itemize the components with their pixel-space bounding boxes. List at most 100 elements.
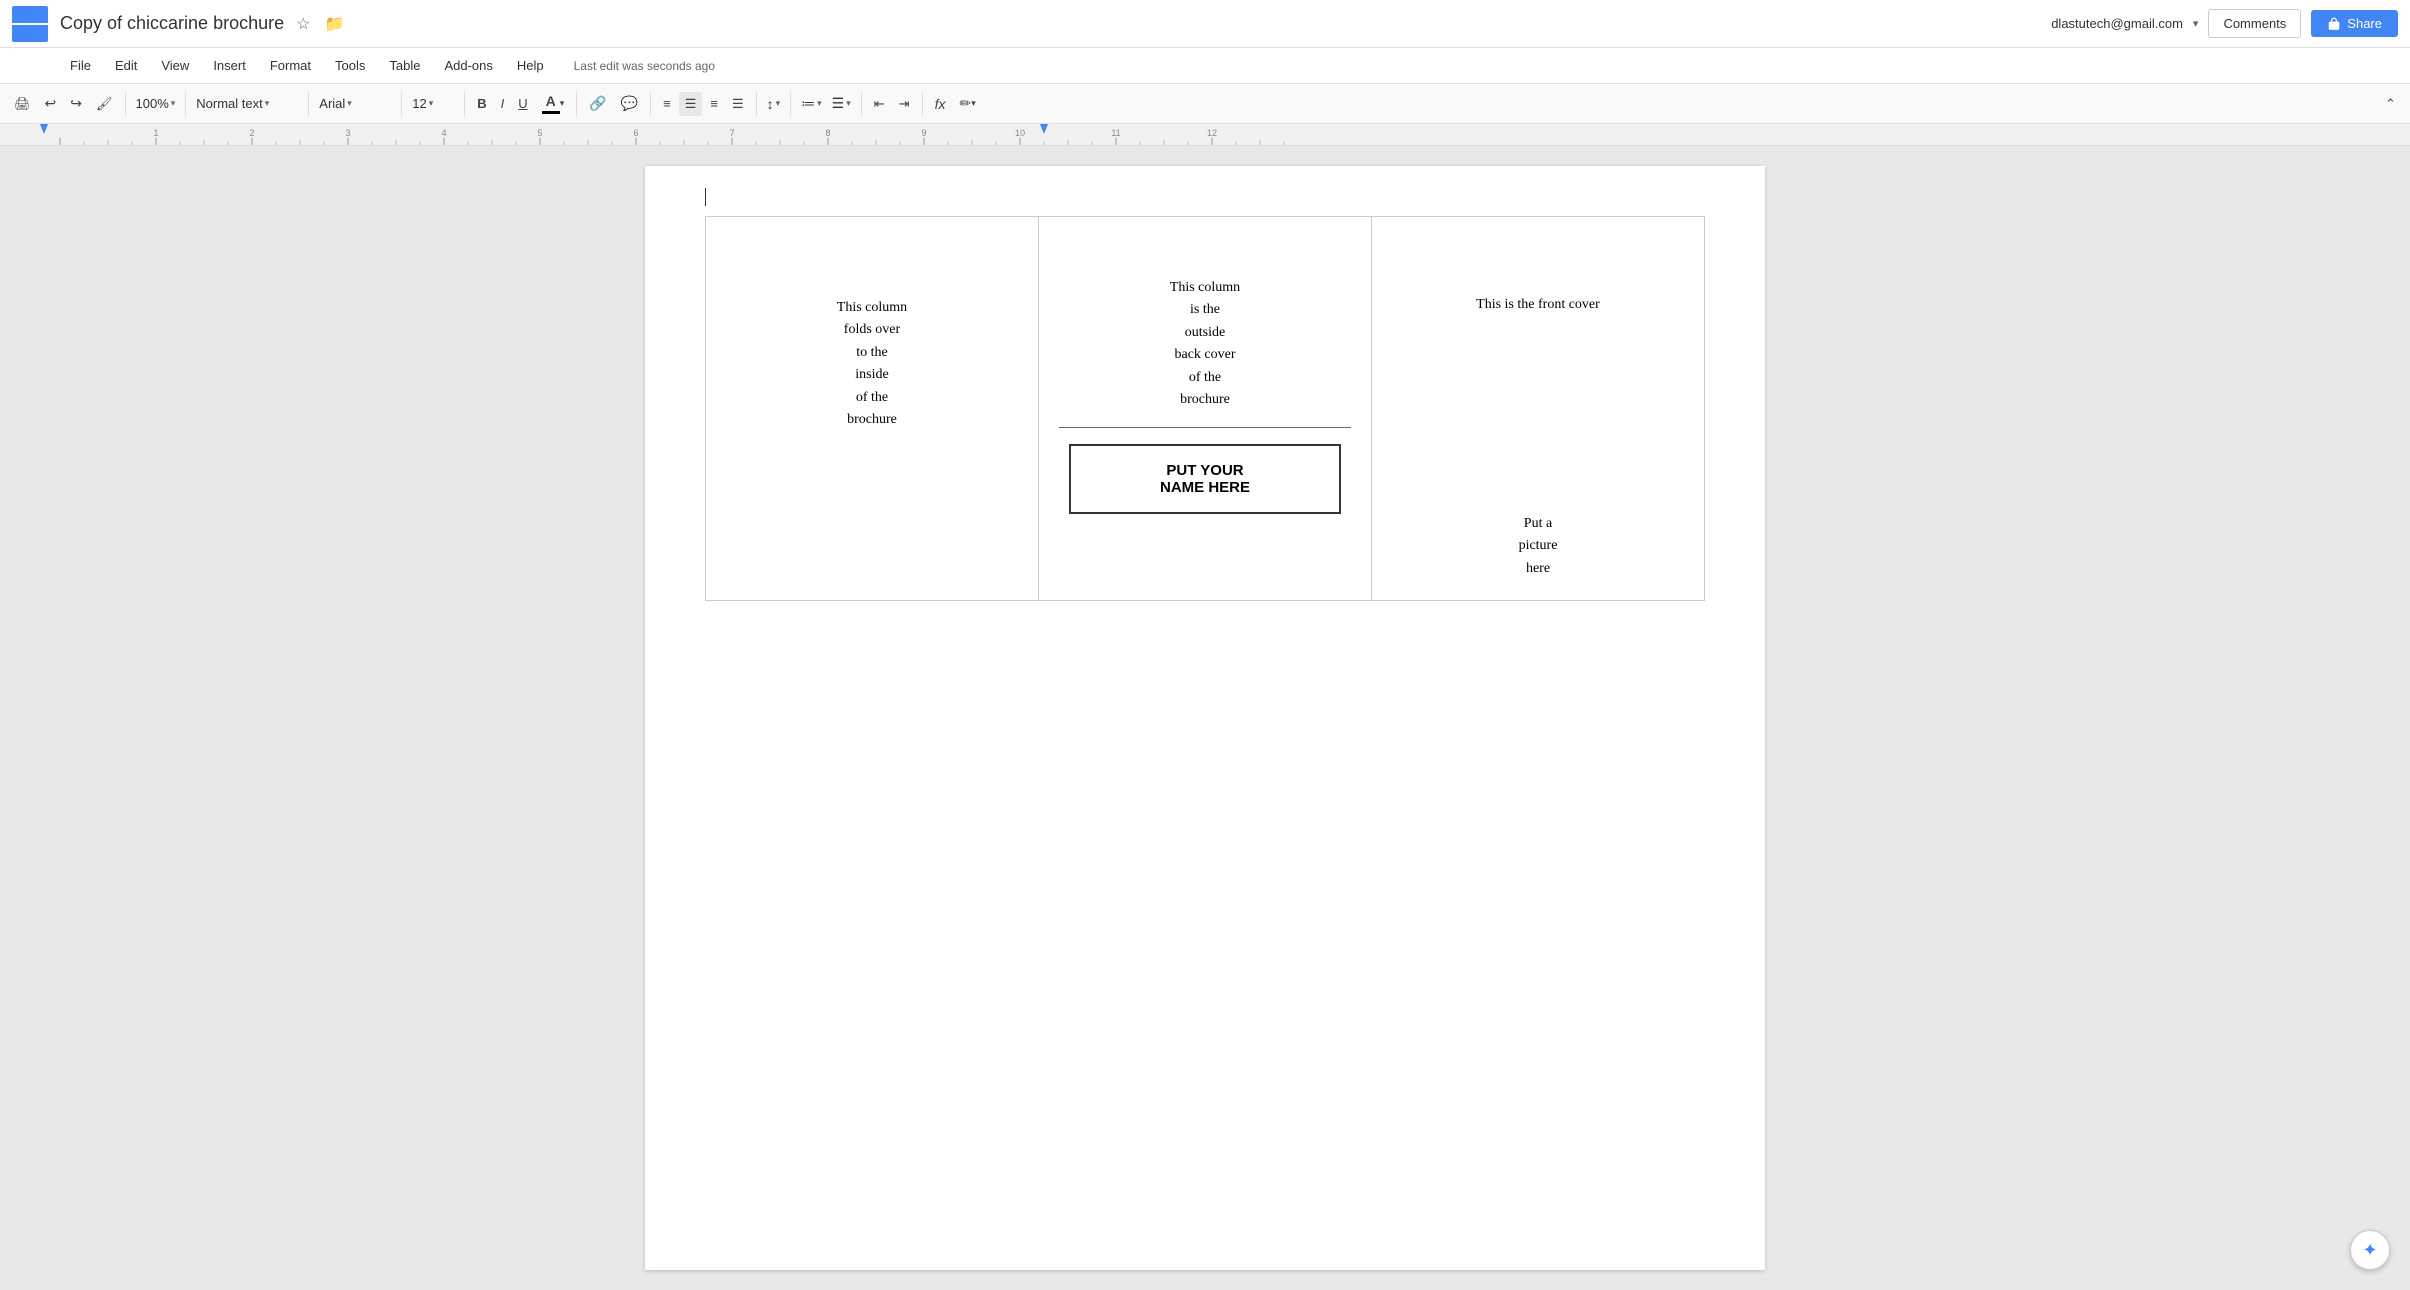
brochure-col1[interactable]: This column folds over to the inside of … [706,217,1039,601]
col2-name-box[interactable]: PUT YOUR NAME HERE [1069,444,1341,514]
separator3 [308,92,309,116]
text-color-button[interactable]: A ▾ [536,89,571,118]
col3-picture-content: Put a picture here [1519,516,1558,576]
undo-button[interactable]: ↩ [39,91,63,116]
col1-content: This column folds over to the inside of … [837,300,907,427]
drawing-icon: ✏ [959,95,971,112]
svg-text:8: 8 [825,128,830,138]
underline-button[interactable]: U [512,92,533,115]
separator9 [790,92,791,116]
align-right-button[interactable]: ≡ [704,92,724,115]
svg-text:10: 10 [1015,128,1025,138]
separator6 [576,92,577,116]
menu-bar: File Edit View Insert Format Tools Table… [0,48,2410,84]
svg-text:9: 9 [921,128,926,138]
svg-text:1: 1 [153,128,158,138]
decrease-indent-icon: ⇤ [874,96,885,112]
justify-button[interactable]: ☰ [726,92,750,116]
underline-icon: U [518,96,527,111]
menu-tools[interactable]: Tools [325,54,375,77]
unordered-list-caret: ▾ [846,98,851,109]
menu-addons[interactable]: Add-ons [434,54,502,77]
align-left-button[interactable]: ≡ [657,92,677,115]
unordered-list-button[interactable]: ☰ ▾ [828,90,855,118]
align-center-icon: ☰ [685,96,697,112]
document-title[interactable]: Copy of chiccarine brochure [60,13,284,34]
smart-compose-button[interactable]: ✦ [2350,1230,2390,1270]
brochure-row: This column folds over to the inside of … [706,217,1705,601]
ordered-list-icon: ≔ [801,95,815,112]
font-size-selector[interactable]: 12 ▾ [408,90,458,118]
folder-button[interactable]: 📁 [320,12,348,36]
bold-button[interactable]: B [471,92,492,115]
menu-insert[interactable]: Insert [203,54,256,77]
comments-button[interactable]: Comments [2208,9,2301,38]
separator4 [401,92,402,116]
col2-top-text: This column is the outside back cover of… [1059,237,1351,411]
svg-text:2: 2 [249,128,254,138]
svg-text:4: 4 [441,128,446,138]
document-page[interactable]: This column folds over to the inside of … [645,166,1765,1270]
col2-name-line1: PUT YOUR [1087,462,1323,479]
menu-help[interactable]: Help [507,54,554,77]
share-label: Share [2347,16,2382,31]
menu-edit[interactable]: Edit [105,54,147,77]
svg-text:6: 6 [633,128,638,138]
brochure-table[interactable]: This column folds over to the inside of … [705,216,1705,601]
paint-format-icon: 🖌 [96,96,113,112]
zoom-selector[interactable]: 100% ▾ [132,90,180,118]
paragraph-style-selector[interactable]: Normal text ▾ [192,90,302,118]
svg-text:12: 12 [1207,128,1217,138]
user-dropdown-icon[interactable]: ▾ [2193,17,2199,30]
color-indicator [542,111,560,114]
redo-button[interactable]: ↪ [64,91,88,116]
col2-content: This column is the outside back cover of… [1170,280,1240,407]
link-icon: 🔗 [589,95,606,112]
app-menu-button[interactable] [12,6,48,42]
menu-format[interactable]: Format [260,54,321,77]
italic-button[interactable]: I [495,92,511,115]
align-left-icon: ≡ [663,96,671,111]
svg-text:5: 5 [537,128,542,138]
separator7 [650,92,651,116]
undo-icon: ↩ [45,95,57,112]
brochure-col3[interactable]: This is the front cover Put a picture he… [1372,217,1705,601]
font-size-caret: ▾ [429,98,434,109]
insert-link-button[interactable]: 🔗 [583,91,612,116]
font-selector[interactable]: Arial ▾ [315,90,395,118]
doc-icons: ☆ 📁 [292,12,348,36]
svg-text:7: 7 [729,128,734,138]
svg-text:11: 11 [1111,128,1120,138]
chevron-up-icon: ⌃ [2385,96,2396,112]
line-spacing-selector[interactable]: ↕ ▾ [763,90,785,118]
ruler: 123456789101112 [0,124,2410,146]
document-area[interactable]: This column folds over to the inside of … [0,146,2410,1290]
star-button[interactable]: ☆ [292,12,314,36]
brochure-col2[interactable]: This column is the outside back cover of… [1039,217,1372,601]
print-icon: 🖨 [14,96,31,112]
paragraph-style-value: Normal text [196,96,262,111]
menu-file[interactable]: File [60,54,101,77]
increase-indent-icon: ⇥ [899,96,910,112]
col3-top-content: This is the front cover [1476,297,1600,312]
italic-icon: I [501,96,505,111]
increase-indent-button[interactable]: ⇥ [893,92,916,116]
insert-comment-button[interactable]: 💬 [615,91,644,116]
collapse-toolbar-button[interactable]: ⌃ [2379,92,2402,116]
top-bar: Copy of chiccarine brochure ☆ 📁 dlastute… [0,0,2410,48]
font-caret: ▾ [347,98,352,109]
redo-icon: ↪ [70,95,82,112]
align-center-button[interactable]: ☰ [679,92,703,116]
ruler-svg: 123456789101112 [0,124,2410,146]
align-right-icon: ≡ [710,96,718,111]
decrease-indent-button[interactable]: ⇤ [868,92,891,116]
formula-button[interactable]: fx [929,92,952,116]
drawing-button[interactable]: ✏ ▾ [953,91,981,116]
drawing-caret: ▾ [971,98,976,109]
paint-format-button[interactable]: 🖌 [90,92,119,116]
ordered-list-button[interactable]: ≔ ▾ [797,90,826,118]
menu-view[interactable]: View [151,54,199,77]
share-button[interactable]: Share [2311,10,2398,37]
print-button[interactable]: 🖨 [8,92,37,116]
menu-table[interactable]: Table [379,54,430,77]
